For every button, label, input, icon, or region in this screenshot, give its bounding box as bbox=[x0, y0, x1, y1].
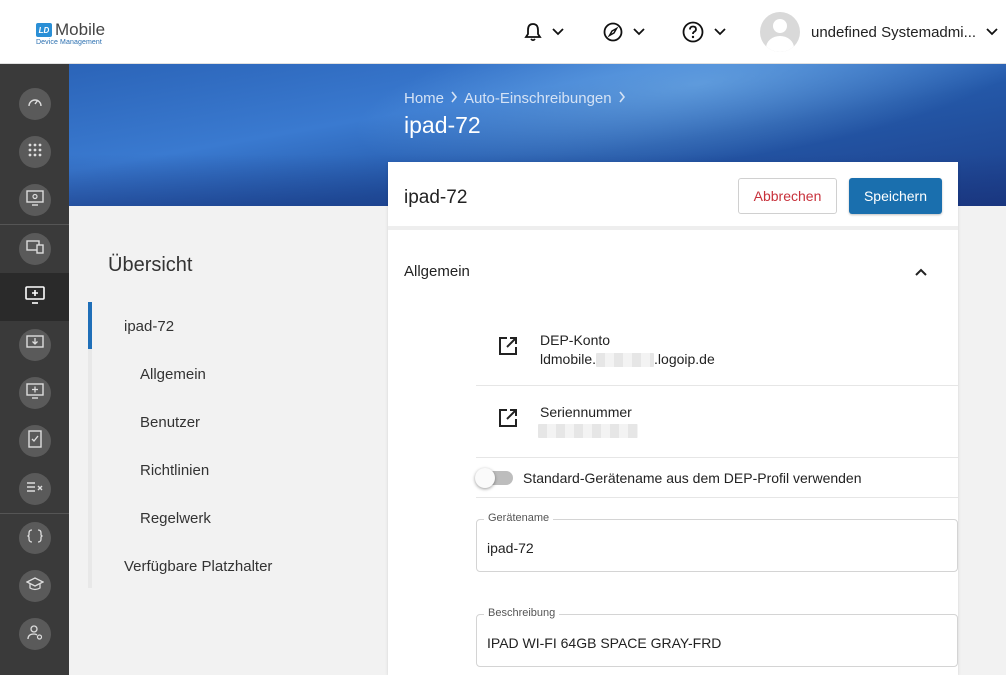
logo-mark: LD bbox=[36, 23, 52, 37]
list-remove-icon bbox=[26, 480, 44, 499]
grid-icon bbox=[28, 143, 42, 162]
dep-account-value: ldmobile. .logoip.de bbox=[540, 351, 715, 368]
default-name-toggle-label: Standard-Gerätename aus dem DEP-Profil v… bbox=[523, 469, 862, 486]
sidebar-item-education[interactable] bbox=[0, 562, 69, 610]
sidebar-item-dashboard[interactable] bbox=[0, 80, 69, 128]
speedometer-icon bbox=[27, 94, 43, 115]
avatar bbox=[760, 12, 800, 52]
sidebar-item-device-settings[interactable] bbox=[0, 176, 69, 224]
sidebar-item-devices[interactable] bbox=[0, 225, 69, 273]
description-input[interactable] bbox=[487, 635, 947, 651]
breadcrumb-home[interactable]: Home bbox=[404, 90, 444, 107]
help-button[interactable] bbox=[682, 20, 726, 44]
user-settings-icon bbox=[26, 624, 43, 645]
breadcrumb: Home Auto-Einschreibungen bbox=[404, 90, 626, 107]
description-label: Beschreibung bbox=[484, 607, 560, 619]
user-name: undefined Systemadmi... bbox=[811, 23, 977, 41]
sidebar-item-install[interactable] bbox=[0, 321, 69, 369]
redacted-text bbox=[538, 424, 638, 439]
chevron-down-icon bbox=[986, 23, 998, 41]
dep-account-label: DEP-Konto bbox=[540, 332, 611, 348]
sidebar-item-compliance[interactable] bbox=[0, 417, 69, 465]
overview-title: Übersicht bbox=[108, 254, 193, 276]
default-name-toggle-row: Standard-Gerätename aus dem DEP-Profil v… bbox=[475, 458, 958, 498]
sidebar-item-scripts[interactable] bbox=[0, 514, 69, 562]
nav-active-indicator bbox=[88, 302, 92, 349]
monitor-settings-icon bbox=[25, 189, 44, 211]
dep-account-row: DEP-Konto ldmobile. .logoip.de bbox=[476, 314, 958, 386]
nav-item-policies[interactable]: Richtlinien bbox=[140, 462, 209, 479]
download-device-icon bbox=[25, 334, 44, 356]
serial-number-value bbox=[538, 422, 638, 439]
sidebar-item-apps[interactable] bbox=[0, 128, 69, 176]
nav-item-users[interactable]: Benutzer bbox=[140, 414, 200, 431]
nav-item-ruleset[interactable]: Regelwerk bbox=[140, 510, 211, 527]
nav-item-device[interactable]: ipad-72 bbox=[124, 318, 174, 335]
nav-item-general[interactable]: Allgemein bbox=[140, 366, 206, 383]
monitor-plus-icon bbox=[25, 382, 44, 404]
section-title-general: Allgemein bbox=[404, 263, 470, 280]
explore-button[interactable] bbox=[603, 20, 645, 44]
description-field: Beschreibung bbox=[476, 607, 958, 667]
redacted-text bbox=[596, 353, 655, 368]
save-button[interactable]: Speichern bbox=[849, 178, 942, 214]
sidebar-item-add[interactable] bbox=[0, 369, 69, 417]
top-bar: LD Mobile Device Management undefined Sy… bbox=[0, 0, 1006, 64]
default-name-toggle[interactable] bbox=[475, 467, 513, 488]
page-title: ipad-72 bbox=[404, 112, 481, 138]
chevron-down-icon bbox=[633, 28, 645, 36]
user-menu[interactable]: undefined Systemadmi... bbox=[760, 12, 998, 52]
open-external-icon[interactable] bbox=[498, 336, 518, 361]
sidebar-group-1 bbox=[0, 80, 69, 225]
device-name-field: Gerätename bbox=[476, 512, 958, 572]
braces-icon bbox=[26, 528, 43, 548]
chevron-down-icon bbox=[552, 28, 564, 36]
device-name-input[interactable] bbox=[487, 540, 947, 556]
bell-icon bbox=[524, 22, 542, 42]
chevron-right-icon bbox=[450, 90, 458, 107]
sidebar-item-users[interactable] bbox=[0, 610, 69, 658]
graduation-cap-icon bbox=[25, 576, 44, 596]
chevron-right-icon bbox=[618, 90, 626, 107]
card-header: ipad-72 Abbrechen Speichern bbox=[388, 162, 958, 230]
sidebar-group-3 bbox=[0, 514, 69, 658]
notifications-button[interactable] bbox=[524, 20, 564, 44]
cancel-button[interactable]: Abbrechen bbox=[738, 178, 837, 214]
help-icon bbox=[682, 21, 704, 43]
chevron-down-icon bbox=[714, 28, 726, 36]
compass-icon bbox=[603, 22, 623, 42]
serial-number-label: Seriennummer bbox=[540, 404, 632, 420]
logo-subtitle: Device Management bbox=[36, 39, 102, 46]
chevron-up-icon[interactable] bbox=[914, 264, 928, 282]
app-logo[interactable]: LD Mobile Device Management bbox=[36, 20, 105, 46]
sidebar-item-rules[interactable] bbox=[0, 465, 69, 513]
add-device-icon bbox=[24, 285, 45, 309]
sidebar-group-2 bbox=[0, 225, 69, 514]
device-name-label: Gerätename bbox=[484, 512, 554, 524]
edit-card: ipad-72 Abbrechen Speichern Allgemein DE… bbox=[388, 162, 958, 675]
logo-text: Mobile bbox=[55, 20, 106, 39]
sidebar bbox=[0, 64, 69, 675]
sidebar-item-enrollment[interactable] bbox=[0, 273, 69, 321]
open-external-icon[interactable] bbox=[498, 408, 518, 433]
card-title: ipad-72 bbox=[404, 187, 468, 208]
serial-number-row: Seriennummer bbox=[476, 386, 958, 458]
nav-item-placeholders[interactable]: Verfügbare Platzhalter bbox=[124, 558, 272, 575]
checklist-icon bbox=[27, 429, 43, 453]
breadcrumb-auto-enrollments[interactable]: Auto-Einschreibungen bbox=[464, 90, 612, 107]
devices-icon bbox=[25, 239, 44, 259]
